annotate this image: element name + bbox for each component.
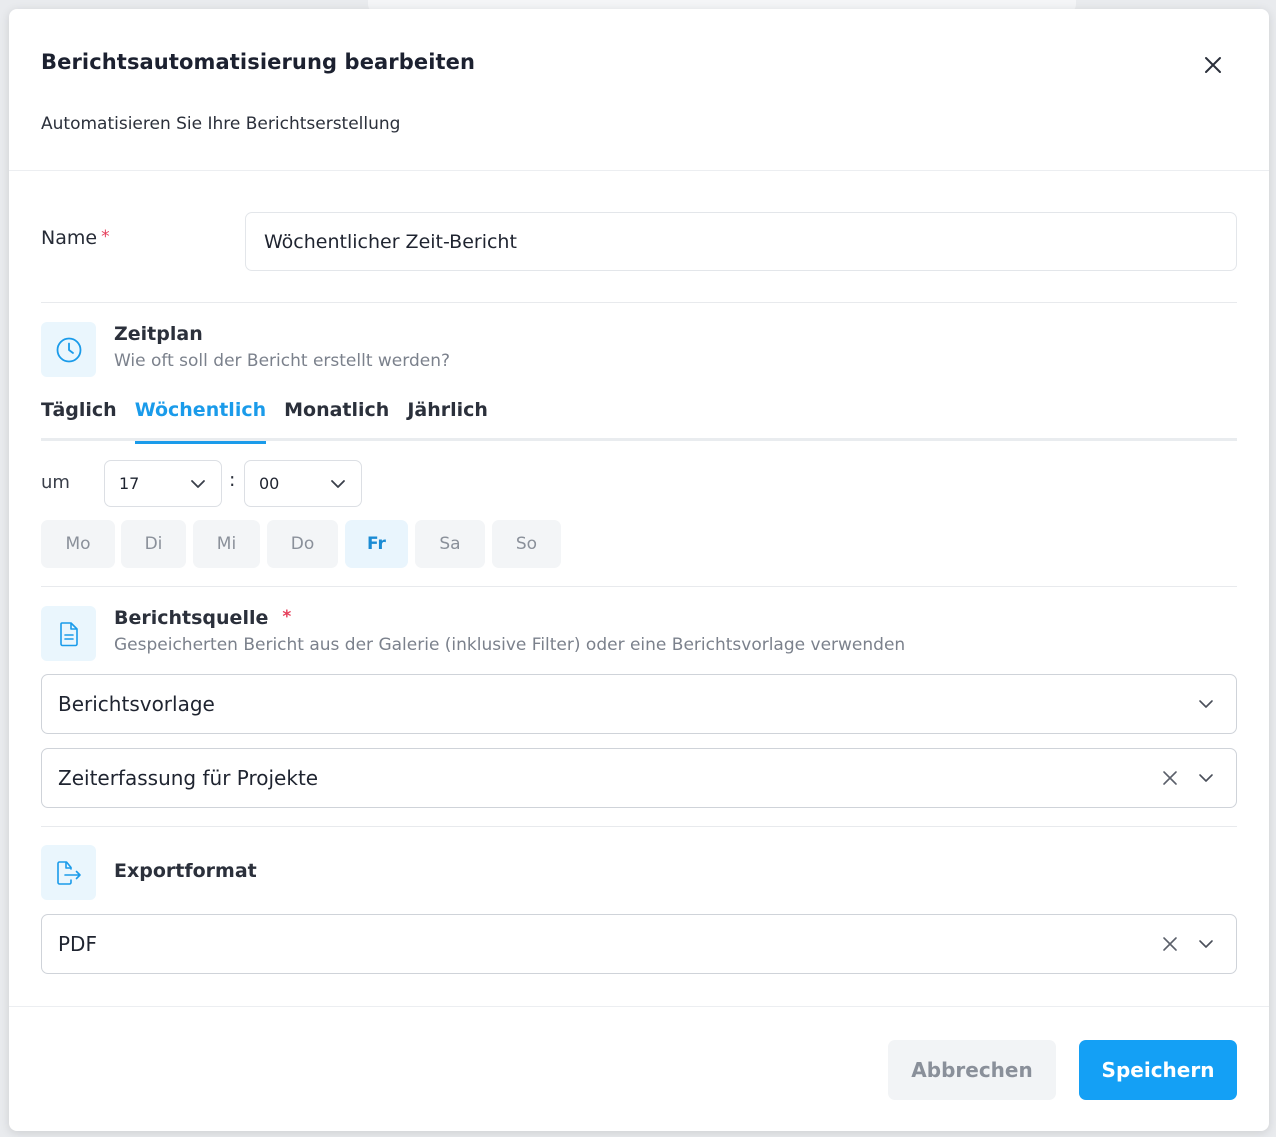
day-button-mo[interactable]: Mo bbox=[41, 520, 115, 568]
tab-yearly[interactable]: Jährlich bbox=[407, 399, 488, 441]
required-marker: * bbox=[101, 227, 110, 247]
chevron-down-icon bbox=[331, 479, 345, 488]
export-section-icon bbox=[41, 845, 96, 900]
schedule-title: Zeitplan bbox=[114, 323, 203, 345]
hour-value: 17 bbox=[119, 474, 140, 493]
name-input[interactable] bbox=[245, 212, 1237, 271]
export-title: Exportformat bbox=[114, 860, 257, 882]
clock-icon bbox=[56, 337, 81, 362]
close-icon bbox=[1205, 57, 1221, 73]
name-label-text: Name bbox=[41, 227, 98, 249]
day-button-fr[interactable]: Fr bbox=[345, 520, 408, 568]
tab-weekly[interactable]: Wöchentlich bbox=[134, 399, 267, 444]
dialog-header: Berichtsautomatisierung bearbeiten Autom… bbox=[9, 9, 1269, 171]
day-button-do[interactable]: Do bbox=[267, 520, 338, 568]
export-format-select[interactable]: PDF bbox=[41, 914, 1237, 974]
template-select[interactable]: Zeiterfassung für Projekte bbox=[41, 748, 1237, 808]
dialog-footer: Abbrechen Speichern bbox=[9, 1006, 1269, 1131]
template-value: Zeiterfassung für Projekte bbox=[58, 766, 319, 790]
day-button-mi[interactable]: Mi bbox=[193, 520, 260, 568]
source-title-text: Berichtsquelle bbox=[114, 607, 269, 629]
tab-daily[interactable]: Täglich bbox=[41, 399, 117, 441]
clear-icon[interactable] bbox=[1156, 930, 1184, 958]
export-format-value: PDF bbox=[58, 932, 97, 956]
document-icon bbox=[59, 621, 78, 646]
dialog-subtitle: Automatisieren Sie Ihre Berichtserstellu… bbox=[41, 114, 401, 134]
minute-value: 00 bbox=[259, 474, 280, 493]
save-button[interactable]: Speichern bbox=[1079, 1040, 1237, 1100]
clear-icon[interactable] bbox=[1156, 764, 1184, 792]
chevron-down-icon bbox=[1192, 690, 1220, 718]
day-button-sa[interactable]: Sa bbox=[415, 520, 485, 568]
hour-select[interactable]: 17 bbox=[104, 460, 222, 507]
source-type-select[interactable]: Berichtsvorlage bbox=[41, 674, 1237, 734]
source-title: Berichtsquelle * bbox=[114, 607, 291, 629]
divider bbox=[41, 586, 1237, 587]
source-section-icon bbox=[41, 606, 96, 661]
minute-select[interactable]: 00 bbox=[244, 460, 362, 507]
divider bbox=[41, 302, 1237, 303]
file-export-icon bbox=[56, 860, 81, 885]
close-button[interactable] bbox=[1199, 51, 1227, 79]
time-separator: : bbox=[229, 469, 236, 491]
source-description: Gespeicherten Bericht aus der Galerie (i… bbox=[114, 635, 906, 655]
tab-monthly[interactable]: Monatlich bbox=[284, 399, 389, 441]
edit-report-automation-dialog: Berichtsautomatisierung bearbeiten Autom… bbox=[9, 9, 1269, 1131]
schedule-description: Wie oft soll der Bericht erstellt werden… bbox=[114, 351, 450, 371]
chevron-down-icon bbox=[1192, 764, 1220, 792]
name-label: Name * bbox=[41, 227, 110, 249]
chevron-down-icon bbox=[1192, 930, 1220, 958]
day-button-so[interactable]: So bbox=[492, 520, 561, 568]
time-label: um bbox=[41, 472, 70, 493]
frequency-tabs: Täglich Wöchentlich Monatlich Jährlich bbox=[41, 399, 1237, 444]
divider bbox=[41, 826, 1237, 827]
source-type-value: Berichtsvorlage bbox=[58, 692, 215, 716]
schedule-section-icon bbox=[41, 322, 96, 377]
cancel-button[interactable]: Abbrechen bbox=[888, 1040, 1056, 1100]
chevron-down-icon bbox=[191, 479, 205, 488]
required-marker: * bbox=[282, 607, 292, 627]
dialog-title: Berichtsautomatisierung bearbeiten bbox=[41, 50, 476, 74]
day-button-di[interactable]: Di bbox=[121, 520, 186, 568]
